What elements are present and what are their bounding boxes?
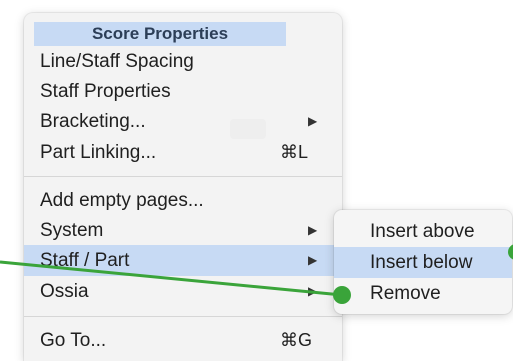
menu-item-staff-properties[interactable]: Staff Properties [24,76,342,107]
submenu-item-insert-below[interactable]: Insert below [334,247,512,278]
keyboard-shortcut: ⌘G [280,330,313,350]
menu-item-label: Line/Staff Spacing [40,51,194,72]
staff-part-submenu: Insert above Insert below Remove [334,210,512,314]
menu-item-part-linking[interactable]: Part Linking... ⌘L [24,137,342,168]
menu-item-label: Add empty pages... [40,190,204,211]
menu-item-label: System [40,220,104,241]
menu-section-header: Score Properties [34,22,286,46]
menu-separator [24,176,342,177]
menu-item-staff-part[interactable]: Staff / Part ▶ [24,245,342,276]
submenu-arrow-icon: ▶ [308,114,318,128]
submenu-item-insert-above[interactable]: Insert above [334,216,512,247]
submenu-arrow-icon: ▶ [308,284,318,298]
menu-item-label: Go To... [40,330,107,351]
submenu-arrow-icon: ▶ [308,223,318,237]
menu-item-label: Bracketing... [40,111,146,132]
menu-item-ossia[interactable]: Ossia ▶ [24,276,342,307]
menu-item-line-staff-spacing[interactable]: Line/Staff Spacing [24,46,342,77]
menu-item-add-empty-pages[interactable]: Add empty pages... [24,185,342,216]
menu-item-label: Staff / Part [40,250,130,271]
submenu-arrow-icon: ▶ [308,253,318,267]
context-menu: Score Properties Line/Staff Spacing Staf… [24,13,342,361]
menu-item-system[interactable]: System ▶ [24,215,342,246]
menu-item-bracketing[interactable]: Bracketing... ▶ [24,106,342,137]
submenu-item-label: Insert above [370,221,475,242]
menu-item-label: Part Linking... [40,142,157,163]
submenu-item-label: Insert below [370,252,473,273]
submenu-item-remove[interactable]: Remove [334,278,512,309]
menu-item-go-to[interactable]: Go To... ⌘G [24,325,342,356]
keyboard-shortcut: ⌘L [280,142,309,162]
menu-separator [24,316,342,317]
menu-item-label: Staff Properties [40,81,171,102]
submenu-item-label: Remove [370,283,441,304]
menu-item-label: Ossia [40,281,89,302]
